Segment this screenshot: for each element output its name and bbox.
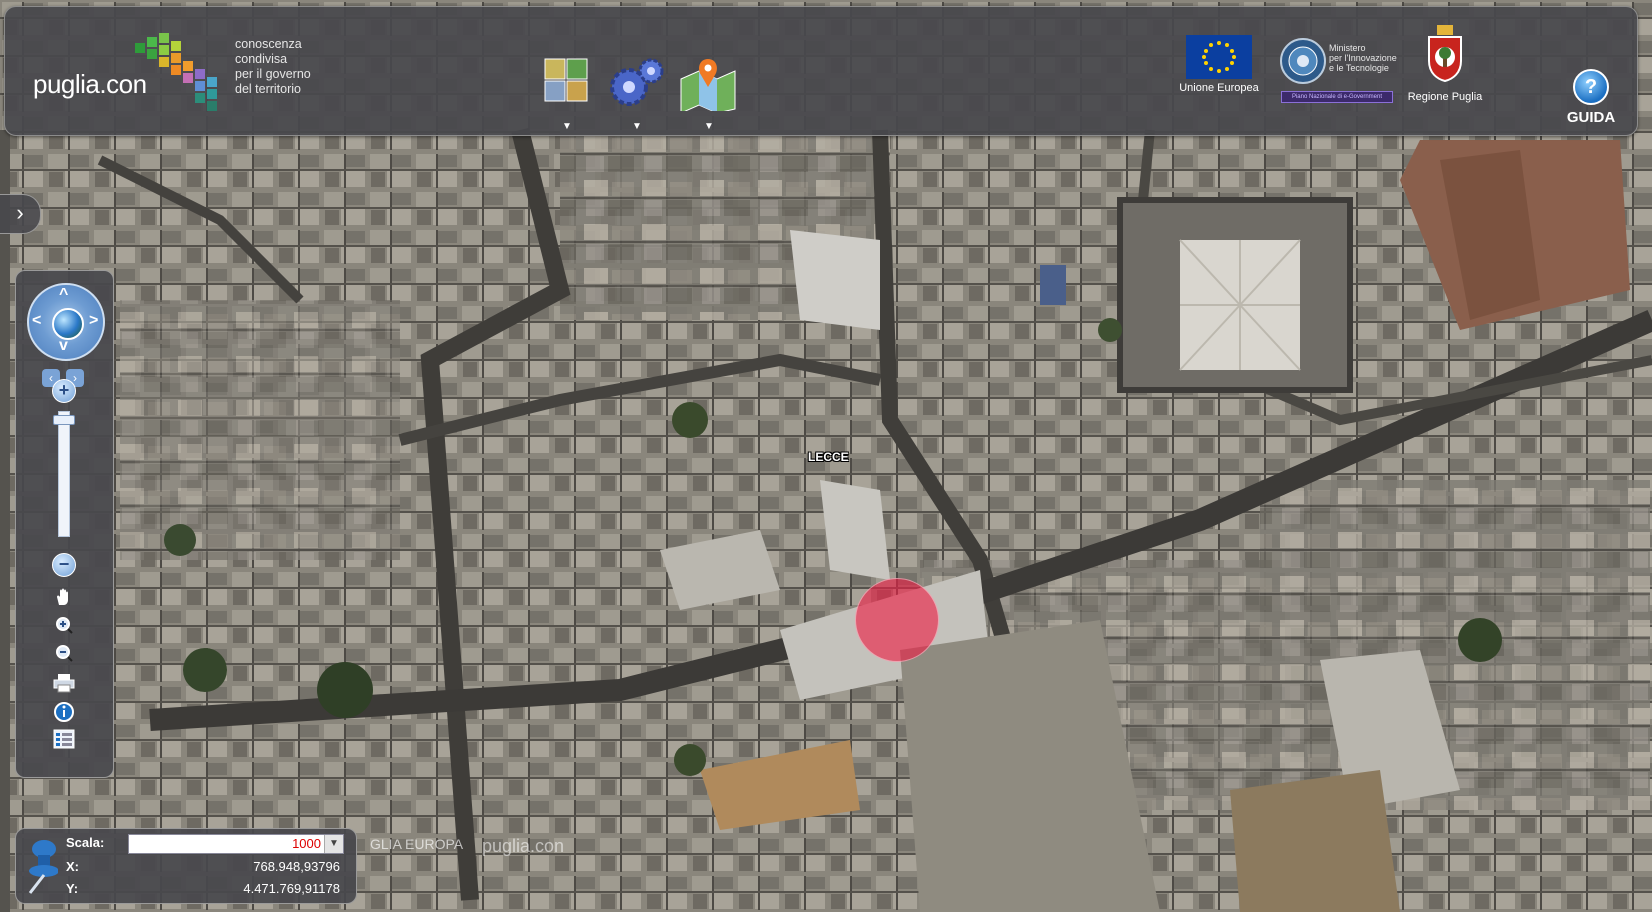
settings-tool-button[interactable]: ▼ <box>605 57 669 133</box>
puglia-crest-icon <box>1428 25 1462 83</box>
ministero-text: Ministero per l'Innovazione e le Tecnolo… <box>1329 43 1397 73</box>
side-panel-toggle[interactable]: › <box>0 194 41 234</box>
brand-name: puglia.con <box>33 69 147 99</box>
zoom-out-tool-icon[interactable] <box>52 643 76 665</box>
chevron-right-icon: › <box>16 200 24 225</box>
zoom-in-button[interactable]: + <box>52 379 76 403</box>
regione-puglia-logo[interactable]: Regione Puglia <box>1405 25 1485 103</box>
hand-pan-icon[interactable] <box>52 587 76 609</box>
eu-flag-icon <box>1186 35 1252 79</box>
zoom-out-button[interactable]: − <box>52 553 76 577</box>
y-label: Y: <box>66 881 79 896</box>
pushpin-icon[interactable] <box>24 837 58 895</box>
zoom-in-tool-icon[interactable] <box>52 615 76 637</box>
scale-select[interactable]: 1000 ▼ <box>128 834 344 854</box>
map-pin-icon <box>680 59 736 111</box>
egov-bar: Piano Nazionale di e-Government <box>1281 91 1393 103</box>
watermark-brand: puglia.con <box>482 836 565 856</box>
help-icon: ? <box>1573 69 1609 105</box>
scale-value: 1000 <box>292 836 321 851</box>
eu-logo[interactable]: Unione Europea <box>1171 35 1267 94</box>
brand-tagline: conoscenza condivisa per il governo del … <box>235 37 311 96</box>
pan-right-icon[interactable]: > <box>89 312 98 330</box>
location-marker[interactable] <box>855 578 939 662</box>
scale-label: Scala: <box>66 835 105 850</box>
pan-up-icon[interactable]: ^ <box>59 286 68 304</box>
ministero-logo[interactable]: Ministero per l'Innovazione e le Tecnolo… <box>1277 37 1405 103</box>
info-icon[interactable] <box>52 701 76 723</box>
print-icon[interactable] <box>52 673 76 695</box>
x-value: 768.948,93796 <box>253 859 340 874</box>
zoom-slider-thumb[interactable] <box>53 415 75 425</box>
ministero-seal-icon <box>1280 38 1326 84</box>
navigation-panel: ^ v < > ‹ › + − <box>15 270 114 778</box>
chevron-down-icon[interactable]: ▼ <box>324 835 343 853</box>
gears-icon <box>610 58 664 106</box>
watermark-text: GLIA EUROPA <box>370 836 464 852</box>
top-header: puglia.con conoscenza condivisa per il g… <box>4 6 1638 136</box>
legend-icon[interactable] <box>52 729 76 751</box>
eu-label: Unione Europea <box>1179 82 1259 94</box>
guida-button[interactable]: ? GUIDA <box>1561 69 1621 126</box>
pan-left-icon[interactable]: < <box>32 312 41 330</box>
compass-control[interactable]: ^ v < > <box>27 283 105 361</box>
coordinates-panel: Scala: 1000 ▼ X: 768.948,93796 Y: 4.471.… <box>15 828 357 904</box>
layers-tool-button[interactable]: ▼ <box>535 57 599 133</box>
puglia-label: Regione Puglia <box>1407 91 1483 103</box>
globe-reset-icon[interactable] <box>52 308 84 340</box>
zoom-slider[interactable] <box>58 411 70 537</box>
y-value: 4.471.769,91178 <box>243 881 340 896</box>
map-tool-button[interactable]: ▼ <box>677 57 741 133</box>
layers-icon <box>544 58 588 102</box>
guida-label: GUIDA <box>1566 109 1616 126</box>
place-label: LECCE <box>808 450 849 464</box>
x-label: X: <box>66 859 79 874</box>
brand-logo[interactable]: puglia.con conoscenza condivisa per il g… <box>29 25 329 125</box>
